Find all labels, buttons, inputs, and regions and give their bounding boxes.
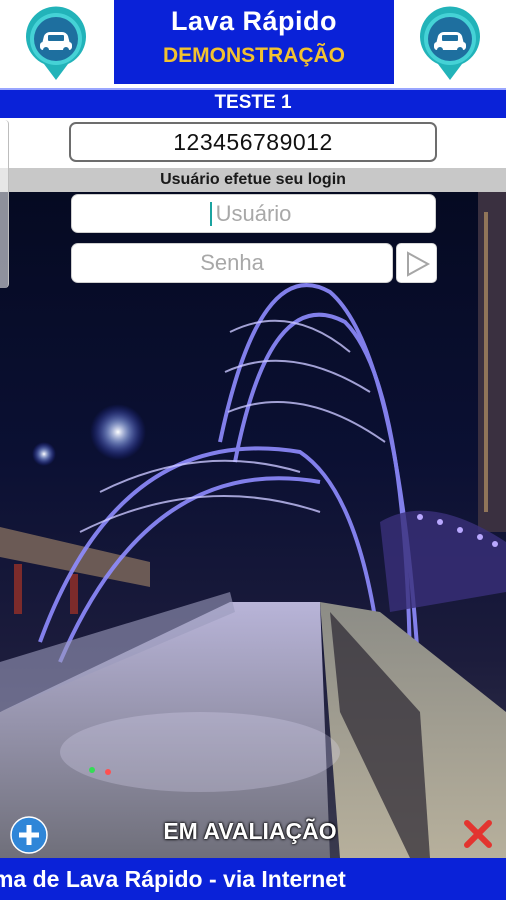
header: Lava Rápido DEMONSTRAÇÃO	[0, 0, 506, 88]
username-input[interactable]	[71, 194, 436, 233]
password-input[interactable]	[71, 243, 393, 283]
car-location-pin-icon[interactable]	[22, 6, 90, 82]
login-prompt: Usuário efetue seu login	[0, 168, 506, 192]
app-screen: Lava Rápido DEMONSTRAÇÃO TESTE 1 1234567…	[0, 0, 506, 900]
app-title: Lava Rápido	[170, 6, 338, 36]
account-bar: TESTE 1	[0, 88, 506, 118]
red-x-icon[interactable]	[461, 817, 495, 851]
status-label: EM AVALIAÇÃO	[163, 818, 337, 844]
plus-circle-icon[interactable]	[10, 816, 48, 854]
device-code-field[interactable]: 123456789012	[69, 122, 437, 162]
side-drawer-handle[interactable]	[0, 120, 9, 288]
background-photo	[0, 192, 506, 858]
text-cursor	[210, 202, 212, 226]
car-location-pin-icon[interactable]	[416, 6, 484, 82]
app-subtitle: DEMONSTRAÇÃO	[163, 44, 345, 67]
login-submit-button[interactable]	[396, 243, 437, 283]
play-arrow-icon	[407, 251, 431, 277]
brand-banner: Lava Rápido DEMONSTRAÇÃO	[114, 0, 394, 84]
ticker-text: Sistema de Lava Rápido - via Internet	[0, 866, 346, 892]
marquee-ticker: Sistema de Lava Rápido - via Internet	[0, 858, 506, 900]
